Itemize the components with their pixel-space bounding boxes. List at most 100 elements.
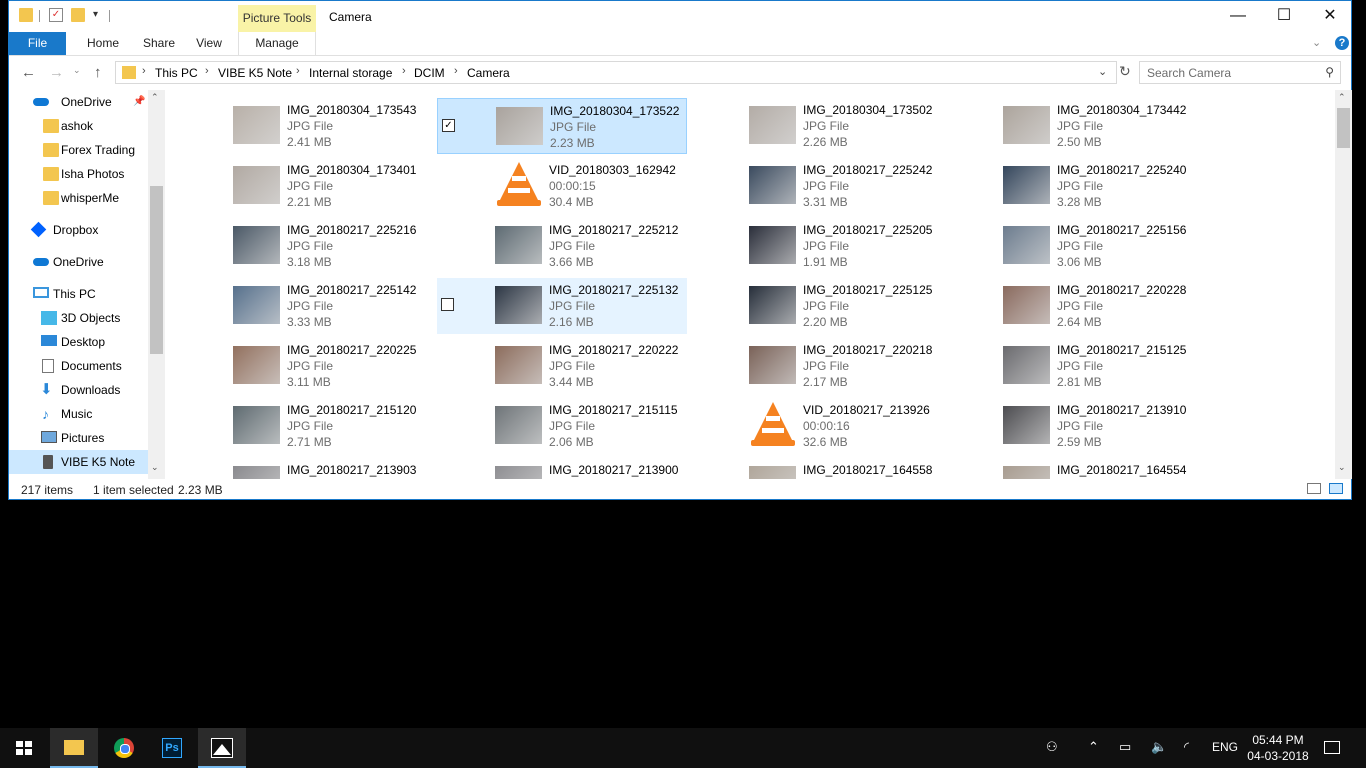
show-hidden-icons[interactable]: ⌃: [1088, 739, 1099, 755]
file-tile[interactable]: IMG_20180304_173543 JPG File 2.41 MB: [175, 98, 425, 154]
customize-toolbar-icon[interactable]: ▾: [93, 9, 98, 20]
address-dropdown-icon[interactable]: ⌄: [1098, 65, 1107, 78]
file-tile[interactable]: IMG_20180217_220225 JPG File 3.11 MB: [175, 338, 425, 394]
folder-icon[interactable]: [19, 8, 33, 22]
nav-item-whisperme[interactable]: whisperMe: [9, 186, 149, 210]
file-tile[interactable]: IMG_20180217_225142 JPG File 3.33 MB: [175, 278, 425, 334]
file-tile[interactable]: ✓ IMG_20180304_173522 JPG File 2.23 MB: [437, 98, 687, 154]
file-tile[interactable]: IMG_20180217_215120 JPG File 2.71 MB: [175, 398, 425, 454]
breadcrumb-vibe-k5-note[interactable]: VIBE K5 Note: [218, 66, 292, 80]
file-name: IMG_20180217_213910: [1057, 403, 1187, 417]
help-icon[interactable]: ?: [1335, 36, 1349, 50]
new-folder-icon[interactable]: [71, 8, 85, 22]
nav-item-music[interactable]: ♪ Music: [9, 402, 149, 426]
forward-icon[interactable]: →: [49, 64, 64, 81]
file-tile[interactable]: VID_20180303_162942 00:00:15 30.4 MB: [437, 158, 687, 214]
clock[interactable]: 05:44 PM 04-03-2018: [1240, 732, 1316, 764]
taskbar-chrome[interactable]: [100, 728, 148, 768]
taskbar-photos[interactable]: [198, 728, 246, 768]
file-tile[interactable]: IMG_20180217_220222 JPG File 3.44 MB: [437, 338, 687, 394]
up-icon[interactable]: ↑: [94, 64, 102, 81]
nav-item-isha-photos[interactable]: Isha Photos: [9, 162, 149, 186]
file-tile[interactable]: IMG_20180217_225242 JPG File 3.31 MB: [691, 158, 941, 214]
nav-item-ashok[interactable]: ashok: [9, 114, 149, 138]
file-tile[interactable]: IMG_20180217_220218 JPG File 2.17 MB: [691, 338, 941, 394]
breadcrumb-internal-storage[interactable]: Internal storage: [309, 66, 392, 80]
nav-item-onedrive-quick[interactable]: OneDrive 📌: [9, 90, 149, 114]
action-center-icon[interactable]: [1324, 741, 1340, 754]
file-tile[interactable]: IMG_20180217_215125 JPG File 2.81 MB: [945, 338, 1195, 394]
file-tile[interactable]: IMG_20180217_213910 JPG File 2.59 MB: [945, 398, 1195, 454]
nav-item-forex-trading[interactable]: Forex Trading: [9, 138, 149, 162]
back-icon[interactable]: ←: [21, 64, 36, 81]
nav-item-downloads[interactable]: ⬇ Downloads: [9, 378, 149, 402]
file-tile[interactable]: IMG_20180304_173401 JPG File 2.21 MB: [175, 158, 425, 214]
file-tile[interactable]: IMG_20180217_225205 JPG File 1.91 MB: [691, 218, 941, 274]
language-indicator[interactable]: ENG: [1212, 740, 1238, 754]
nav-item-3d-objects[interactable]: 3D Objects: [9, 306, 149, 330]
breadcrumb-this-pc[interactable]: This PC: [155, 66, 198, 80]
file-tile[interactable]: IMG_20180217_225240 JPG File 3.28 MB: [945, 158, 1195, 214]
scroll-down-icon[interactable]: ⌄: [151, 462, 159, 473]
pin-icon[interactable]: 📌: [133, 90, 145, 114]
search-input[interactable]: Search Camera ⚲: [1139, 61, 1341, 84]
breadcrumb-camera[interactable]: Camera: [467, 66, 510, 80]
scroll-up-icon[interactable]: ⌃: [151, 92, 159, 103]
refresh-icon[interactable]: ↻: [1119, 63, 1131, 80]
content-scrollbar-thumb[interactable]: [1337, 108, 1350, 148]
wifi-icon[interactable]: ◜: [1184, 739, 1189, 755]
scroll-up-icon[interactable]: ⌃: [1338, 92, 1346, 103]
file-tile[interactable]: IMG_20180217_225216 JPG File 3.18 MB: [175, 218, 425, 274]
file-tile[interactable]: VID_20180217_213926 00:00:16 32.6 MB: [691, 398, 941, 454]
nav-scrollbar-thumb[interactable]: [150, 186, 163, 354]
properties-icon[interactable]: ✓: [49, 8, 63, 22]
file-tile[interactable]: IMG_20180217_225125 JPG File 2.20 MB: [691, 278, 941, 334]
people-icon[interactable]: ⚇: [1046, 739, 1058, 755]
expand-ribbon-icon[interactable]: ⌄: [1312, 36, 1321, 49]
file-tile[interactable]: IMG_20180217_220228 JPG File 2.64 MB: [945, 278, 1195, 334]
nav-item-pictures[interactable]: Pictures: [9, 426, 149, 450]
breadcrumb-dcim[interactable]: DCIM: [414, 66, 445, 80]
nav-scrollbar[interactable]: ⌃ ⌄: [148, 90, 165, 479]
maximize-button[interactable]: ☐: [1261, 1, 1307, 31]
nav-item-vibe-k5-note[interactable]: VIBE K5 Note: [9, 450, 149, 474]
start-button[interactable]: [0, 728, 48, 768]
file-tile[interactable]: IMG_20180217_164558: [691, 458, 941, 479]
search-icon[interactable]: ⚲: [1325, 65, 1334, 79]
taskbar-file-explorer[interactable]: [50, 728, 98, 768]
file-tile[interactable]: IMG_20180304_173502 JPG File 2.26 MB: [691, 98, 941, 154]
tab-view[interactable]: View: [187, 32, 231, 55]
minimize-button[interactable]: —: [1215, 1, 1261, 31]
nav-item-this-pc[interactable]: This PC: [9, 282, 149, 306]
details-view-icon[interactable]: [1307, 483, 1321, 494]
file-size: 3.28 MB: [1057, 195, 1102, 209]
address-bar[interactable]: › This PC › VIBE K5 Note › Internal stor…: [115, 61, 1117, 84]
file-tile[interactable]: IMG_20180217_213900: [437, 458, 687, 479]
nav-item-documents[interactable]: Documents: [9, 354, 149, 378]
volume-icon[interactable]: 🔈: [1151, 739, 1167, 755]
file-tile[interactable]: IMG_20180304_173442 JPG File 2.50 MB: [945, 98, 1195, 154]
tab-home[interactable]: Home: [75, 32, 131, 55]
nav-item-onedrive[interactable]: OneDrive: [9, 250, 149, 274]
nav-item-dropbox[interactable]: Dropbox: [9, 218, 149, 242]
file-tile[interactable]: IMG_20180217_164554: [945, 458, 1195, 479]
scroll-down-icon[interactable]: ⌄: [1338, 462, 1346, 473]
file-tile[interactable]: IMG_20180217_213903: [175, 458, 425, 479]
nav-item-desktop[interactable]: Desktop: [9, 330, 149, 354]
file-tile[interactable]: IMG_20180217_225212 JPG File 3.66 MB: [437, 218, 687, 274]
tab-manage[interactable]: Manage: [238, 32, 316, 55]
select-checkbox[interactable]: ✓: [442, 119, 455, 132]
recent-locations-icon[interactable]: ⌄: [73, 65, 81, 76]
file-tile[interactable]: IMG_20180217_225132 JPG File 2.16 MB: [437, 278, 687, 334]
file-name: IMG_20180217_220225: [287, 343, 417, 357]
battery-icon[interactable]: ▭: [1119, 739, 1131, 755]
select-checkbox[interactable]: [441, 298, 454, 311]
tiles-view-icon[interactable]: [1329, 483, 1343, 494]
content-scrollbar[interactable]: ⌃ ⌄: [1335, 90, 1352, 479]
file-tile[interactable]: IMG_20180217_215115 JPG File 2.06 MB: [437, 398, 687, 454]
taskbar-photoshop[interactable]: Ps: [148, 728, 196, 768]
close-button[interactable]: ✕: [1307, 1, 1353, 31]
tab-file[interactable]: File: [9, 32, 66, 55]
tab-share[interactable]: Share: [133, 32, 185, 55]
file-tile[interactable]: IMG_20180217_225156 JPG File 3.06 MB: [945, 218, 1195, 274]
